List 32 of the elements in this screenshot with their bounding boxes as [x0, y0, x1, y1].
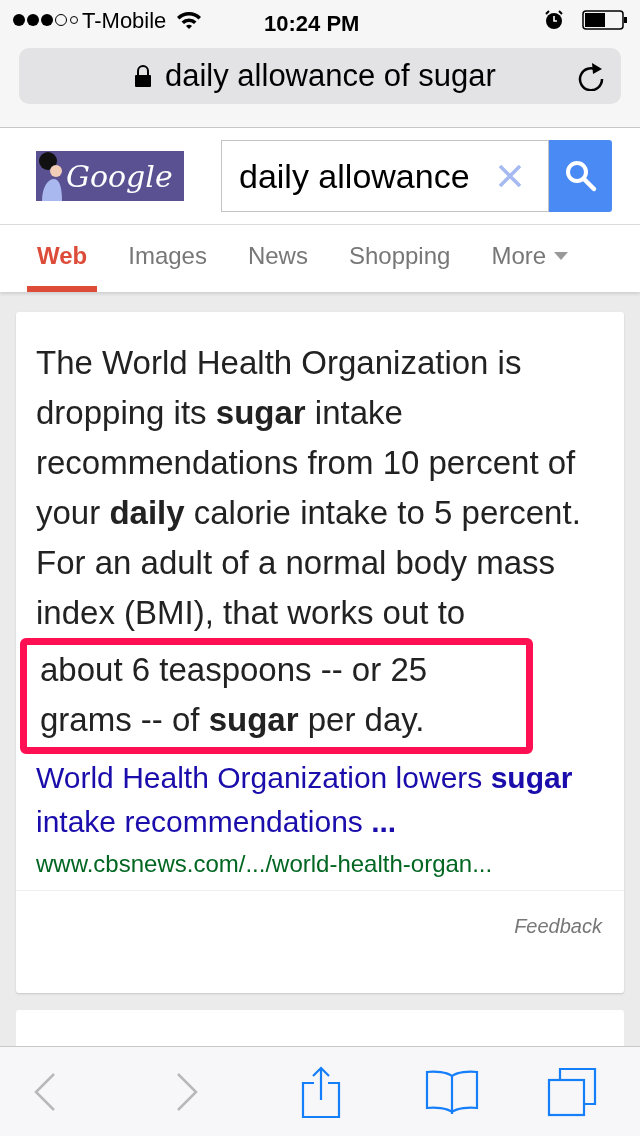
wifi-icon [176, 10, 203, 30]
clear-icon [498, 164, 522, 188]
share-icon [301, 1065, 341, 1118]
woman-silhouette-icon [36, 151, 64, 201]
reload-icon [577, 61, 605, 91]
url-text: daily allowance of sugar [165, 56, 496, 95]
search-icon [563, 159, 598, 193]
search-tab[interactable]: More [481, 225, 579, 292]
lock-icon [135, 65, 151, 87]
logo[interactable]: Google [36, 151, 184, 201]
search-field[interactable]: daily allowance [221, 140, 549, 212]
search-button[interactable] [549, 140, 612, 212]
feedback-link[interactable]: Feedback [514, 911, 602, 941]
result-url: www.cbsnews.com/.../world-health-organ... [36, 849, 494, 879]
address-bar[interactable]: daily allowance of sugar [19, 48, 621, 104]
search-tab[interactable]: News [237, 225, 318, 292]
search-tab[interactable]: Web [27, 225, 98, 292]
carrier-name: T-Mobile [82, 6, 167, 35]
signal-icon [12, 13, 78, 27]
back-icon [33, 1071, 57, 1112]
highlighted-snippet: about 6 teaspoons -- or 25 grams -- of sugar per day. [40, 650, 429, 740]
share-button[interactable] [301, 1065, 341, 1118]
search-tab[interactable]: Images [118, 225, 217, 292]
result-link[interactable]: World Health Organization lowers sugar intake recommendations ... [36, 756, 606, 844]
caret-icon [554, 251, 569, 260]
forward-icon [175, 1071, 199, 1112]
search-tab[interactable]: Shopping [338, 225, 461, 292]
tabs-icon [547, 1066, 597, 1117]
alarm-icon [544, 10, 564, 30]
tabs-button[interactable] [547, 1066, 597, 1117]
battery-icon [582, 10, 628, 30]
clock-time: 10:24 PM [264, 10, 360, 38]
